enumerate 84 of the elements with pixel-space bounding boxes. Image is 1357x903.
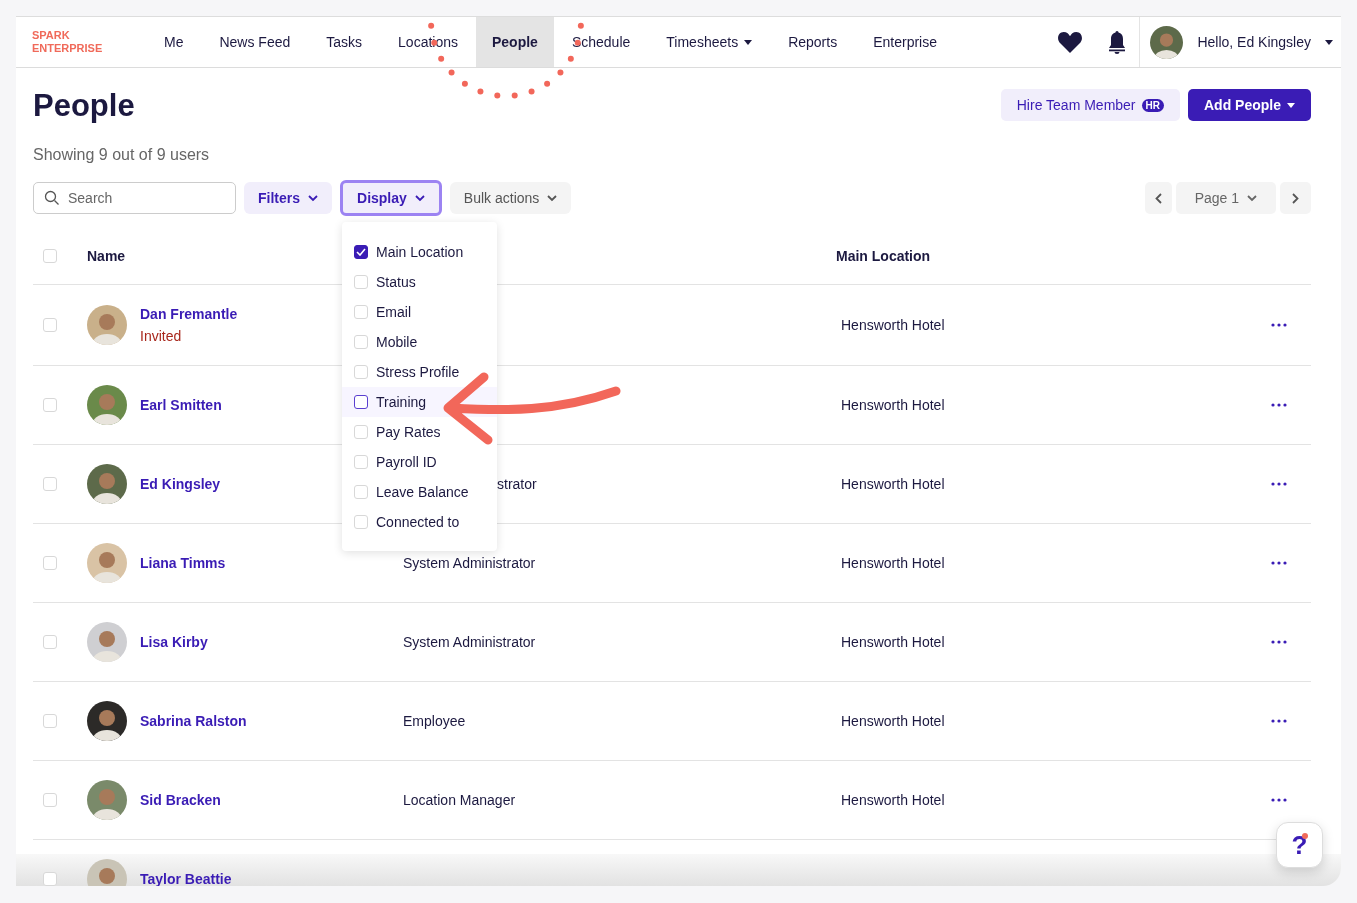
user-count: Showing 9 out of 9 users xyxy=(33,146,211,164)
role-text: strator xyxy=(497,476,537,492)
person-name[interactable]: Lisa Kirby xyxy=(140,634,208,650)
avatar xyxy=(87,464,127,504)
location-text: Hensworth Hotel xyxy=(840,634,945,650)
person-name[interactable]: Taylor Beattie xyxy=(140,871,232,886)
nav-tab[interactable]: Locations xyxy=(380,17,476,67)
row-checkbox[interactable] xyxy=(43,477,57,491)
bulk-actions-button[interactable]: Bulk actions xyxy=(449,182,572,214)
page-select[interactable]: Page 1 xyxy=(1175,182,1276,214)
person-name[interactable]: Dan Fremantle xyxy=(140,306,238,322)
page-title: People xyxy=(33,88,135,124)
location-text: Hensworth Hotel xyxy=(840,476,945,492)
menu-item[interactable]: Leave Balance xyxy=(342,477,497,507)
caret-icon xyxy=(1325,39,1333,45)
search-icon xyxy=(44,190,60,206)
filters-button[interactable]: Filters xyxy=(244,182,332,214)
menu-item[interactable]: Connected to xyxy=(342,507,497,537)
person-name[interactable]: Earl Smitten xyxy=(140,397,222,413)
status-text: Invited xyxy=(140,328,182,344)
row-checkbox[interactable] xyxy=(43,872,57,886)
menu-item[interactable]: Mobile xyxy=(342,327,497,357)
caret-icon xyxy=(744,39,753,45)
role-text: Location Manager xyxy=(403,792,516,808)
avatar xyxy=(87,543,127,583)
row-checkbox[interactable] xyxy=(43,398,57,412)
previous-page-button[interactable] xyxy=(1144,182,1172,214)
checkbox[interactable] xyxy=(354,395,368,409)
column-header: Name xyxy=(87,248,126,264)
chevron-down-icon xyxy=(547,194,558,202)
location-text: Hensworth Hotel xyxy=(840,713,945,729)
menu-item[interactable]: Status xyxy=(342,267,497,297)
avatar xyxy=(87,780,127,820)
person-name[interactable]: Sabrina Ralston xyxy=(140,713,247,729)
help-button[interactable]: ? xyxy=(1276,822,1323,868)
avatar xyxy=(87,622,127,662)
column-header: Main Location xyxy=(836,248,931,264)
user-menu[interactable]: Hello, Ed Kingsley xyxy=(1139,17,1341,67)
chevron-left-icon xyxy=(1154,192,1162,204)
chevron-right-icon xyxy=(1292,192,1299,204)
menu-item[interactable]: Pay Rates xyxy=(342,417,497,447)
hr-badge: HR xyxy=(1141,98,1164,112)
menu-item[interactable]: Payroll ID xyxy=(342,447,497,477)
role-text: System Administrator xyxy=(403,634,536,650)
nav-tab[interactable]: Tasks xyxy=(308,17,381,67)
next-page-button[interactable] xyxy=(1280,182,1311,214)
location-text: Hensworth Hotel xyxy=(840,397,945,413)
menu-item[interactable]: Main Location xyxy=(342,237,497,267)
location-text: Hensworth Hotel xyxy=(840,555,945,571)
nav-tab[interactable]: News Feed xyxy=(201,17,309,67)
row-checkbox[interactable] xyxy=(43,556,57,570)
nav-tab[interactable]: Reports xyxy=(770,17,856,67)
location-text: Hensworth Hotel xyxy=(840,792,945,808)
caret-icon xyxy=(1287,102,1295,108)
person-name[interactable]: Liana Timms xyxy=(140,555,226,571)
select-all-checkbox[interactable] xyxy=(43,249,57,263)
search-field[interactable]: Search xyxy=(33,182,236,214)
nav-tab[interactable]: People xyxy=(476,17,554,67)
hire-team-member-button[interactable]: Hire Team Member HR xyxy=(1000,89,1180,121)
avatar xyxy=(87,305,127,345)
role-text: Employee xyxy=(403,713,466,729)
nav-tab[interactable]: Schedule xyxy=(553,17,649,67)
row-checkbox[interactable] xyxy=(43,793,57,807)
add-people-button[interactable]: Add People xyxy=(1188,89,1311,121)
avatar xyxy=(1150,25,1184,59)
menu-item[interactable]: Email xyxy=(342,297,497,327)
checkbox[interactable] xyxy=(354,245,368,259)
nav-tab[interactable]: Enterprise xyxy=(855,17,955,67)
avatar xyxy=(87,701,127,741)
row-checkbox[interactable] xyxy=(43,318,57,332)
row-checkbox[interactable] xyxy=(43,714,57,728)
row-checkbox[interactable] xyxy=(43,635,57,649)
role-text: System Administrator xyxy=(403,555,536,571)
chevron-down-icon xyxy=(308,194,318,202)
nav-tab[interactable]: Timesheets xyxy=(648,17,771,67)
location-text: Hensworth Hotel xyxy=(840,317,945,333)
chevron-down-icon xyxy=(1247,194,1257,202)
nav-tab[interactable]: Me xyxy=(146,17,202,67)
person-name[interactable]: Sid Bracken xyxy=(140,792,221,808)
person-name[interactable]: Ed Kingsley xyxy=(140,476,221,492)
menu-item[interactable]: Stress Profile xyxy=(342,357,497,387)
avatar xyxy=(87,385,127,425)
chevron-down-icon xyxy=(414,194,425,202)
display-button[interactable]: Display xyxy=(340,180,442,216)
